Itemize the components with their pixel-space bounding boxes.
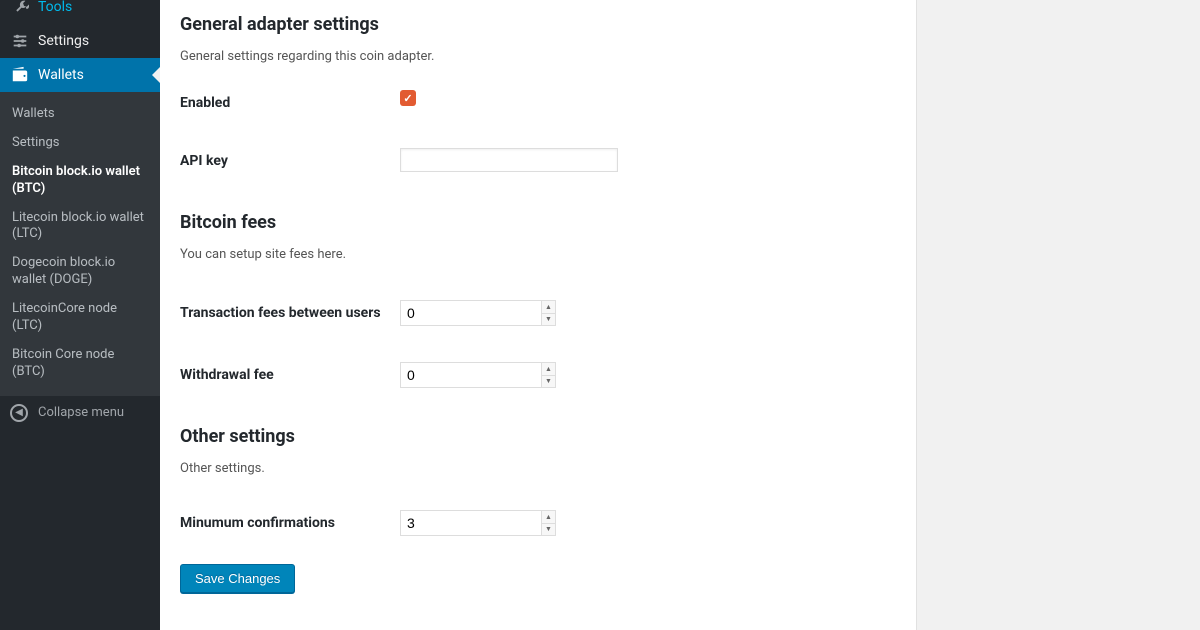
- wallet-icon: [10, 65, 30, 85]
- spinner-up-icon[interactable]: ▲: [542, 363, 555, 376]
- submenu-item-btc-blockio[interactable]: Bitcoin block.io wallet (BTC): [0, 158, 160, 204]
- row-apikey: API key: [180, 112, 896, 172]
- collapse-menu-button[interactable]: ◀ Collapse menu: [0, 396, 160, 430]
- submenu-item-settings[interactable]: Settings: [0, 129, 160, 158]
- label-minconf: Minumum confirmations: [180, 510, 400, 532]
- section-desc-other: Other settings.: [180, 461, 896, 476]
- settings-panel: General adapter settings General setting…: [160, 0, 916, 630]
- sidebar-item-settings[interactable]: Settings: [0, 24, 160, 58]
- spinner-down-icon[interactable]: ▼: [542, 376, 555, 388]
- row-wdfee: Withdrawal fee ▲ ▼: [180, 326, 896, 388]
- txfee-input[interactable]: [401, 301, 541, 325]
- minconf-spinner: ▲ ▼: [541, 511, 555, 535]
- submenu-item-ltc-core[interactable]: LitecoinCore node (LTC): [0, 295, 160, 341]
- label-apikey: API key: [180, 148, 400, 170]
- row-txfee: Transaction fees between users ▲ ▼: [180, 270, 896, 326]
- apikey-input[interactable]: [400, 148, 618, 172]
- enabled-checkbox[interactable]: ✓: [400, 90, 416, 106]
- collapse-icon: ◀: [10, 404, 28, 422]
- section-title-general: General adapter settings: [180, 14, 896, 35]
- submenu-item-wallets[interactable]: Wallets: [0, 100, 160, 129]
- admin-sidebar: Tools Settings Wallets Wallets Settings …: [0, 0, 160, 630]
- sidebar-item-wallets[interactable]: Wallets: [0, 58, 160, 92]
- section-title-other: Other settings: [180, 426, 896, 447]
- label-wdfee: Withdrawal fee: [180, 362, 400, 384]
- spinner-down-icon[interactable]: ▼: [542, 314, 555, 326]
- submenu-item-ltc-blockio[interactable]: Litecoin block.io wallet (LTC): [0, 204, 160, 250]
- wdfee-spinner: ▲ ▼: [541, 363, 555, 387]
- right-gutter: [916, 0, 1200, 630]
- sidebar-submenu: Wallets Settings Bitcoin block.io wallet…: [0, 92, 160, 395]
- label-txfee: Transaction fees between users: [180, 300, 400, 322]
- submenu-item-doge-blockio[interactable]: Dogecoin block.io wallet (DOGE): [0, 249, 160, 295]
- section-title-fees: Bitcoin fees: [180, 212, 896, 233]
- sidebar-item-tools[interactable]: Tools: [0, 0, 160, 24]
- spinner-up-icon[interactable]: ▲: [542, 511, 555, 524]
- sidebar-label: Settings: [38, 33, 89, 49]
- wdfee-input[interactable]: [401, 363, 541, 387]
- sliders-icon: [10, 31, 30, 51]
- txfee-spinner: ▲ ▼: [541, 301, 555, 325]
- label-enabled: Enabled: [180, 90, 400, 112]
- section-desc-fees: You can setup site fees here.: [180, 247, 896, 262]
- spinner-down-icon[interactable]: ▼: [542, 524, 555, 536]
- section-desc-general: General settings regarding this coin ada…: [180, 49, 896, 64]
- row-minconf: Minumum confirmations ▲ ▼: [180, 484, 896, 536]
- save-button[interactable]: Save Changes: [180, 564, 295, 593]
- sidebar-label: Tools: [38, 0, 72, 15]
- row-enabled: Enabled ✓: [180, 72, 896, 112]
- submenu-item-btc-core[interactable]: Bitcoin Core node (BTC): [0, 341, 160, 387]
- collapse-menu: ◀ Collapse menu: [0, 395, 160, 430]
- collapse-label: Collapse menu: [38, 405, 124, 420]
- minconf-input[interactable]: [401, 511, 541, 535]
- spinner-up-icon[interactable]: ▲: [542, 301, 555, 314]
- wrench-icon: [10, 0, 30, 17]
- main-area: General adapter settings General setting…: [160, 0, 1200, 630]
- sidebar-label: Wallets: [38, 67, 84, 83]
